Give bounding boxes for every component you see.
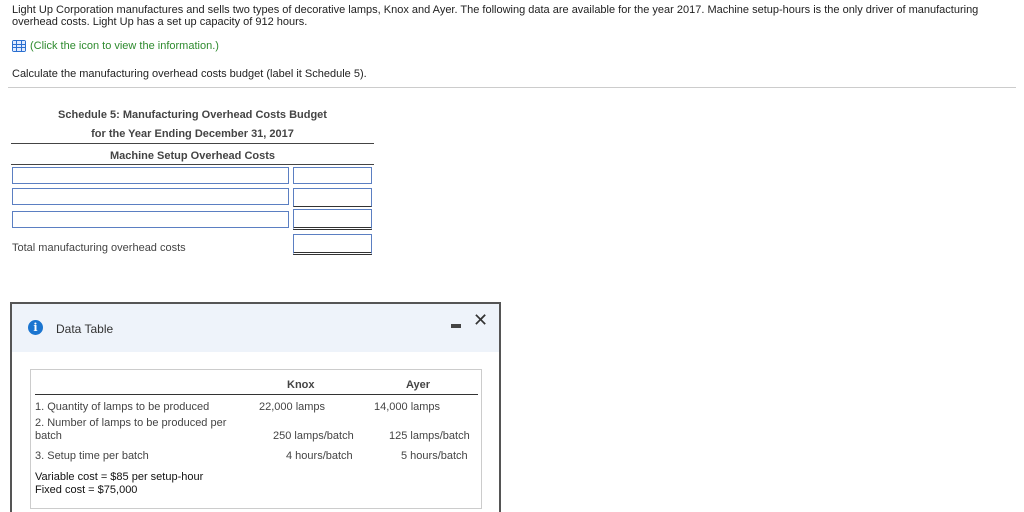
row-label: 3. Setup time per batch	[35, 450, 149, 462]
divider	[35, 394, 478, 395]
problem-intro: Light Up Corporation manufactures and se…	[12, 4, 979, 28]
fixed-cost-note: Fixed cost = $75,000	[35, 484, 138, 496]
row-ayer-value: 5 hours/batch	[401, 450, 468, 462]
data-table: Knox Ayer 1. Quantity of lamps to be pro…	[30, 369, 482, 509]
divider	[11, 164, 374, 165]
row-label: 1. Quantity of lamps to be produced	[35, 401, 210, 413]
row2-label-input[interactable]	[12, 188, 289, 205]
row-ayer-value: 14,000 lamps	[374, 401, 441, 413]
row-label: 2. Number of lamps to be produced per ba…	[35, 417, 227, 442]
table-grid-icon[interactable]	[12, 40, 26, 52]
row-knox-value: 22,000 lamps	[259, 401, 326, 413]
data-table-dialog: i Data Table ✕ Knox Ayer 1. Quantity of …	[10, 302, 501, 512]
row3-label-input[interactable]	[12, 211, 289, 228]
divider	[8, 87, 1016, 88]
dialog-header: i Data Table ✕	[12, 304, 499, 352]
row2-amount-input[interactable]	[293, 188, 372, 207]
column-header-knox: Knox	[287, 379, 315, 391]
info-icon: i	[28, 320, 43, 335]
row1-amount-input[interactable]	[293, 167, 372, 184]
column-header-ayer: Ayer	[406, 379, 431, 391]
minimize-button[interactable]	[451, 324, 461, 328]
row3-amount-input[interactable]	[293, 209, 372, 230]
info-link[interactable]: (Click the icon to view the information.…	[12, 40, 219, 52]
row1-label-input[interactable]	[12, 167, 289, 184]
dialog-title: Data Table	[56, 322, 114, 336]
info-link-text[interactable]: (Click the icon to view the information.…	[30, 40, 219, 52]
row-ayer-value: 125 lamps/batch	[389, 430, 470, 442]
section-heading: Machine Setup Overhead Costs	[109, 150, 276, 162]
schedule-title: Schedule 5: Manufacturing Overhead Costs…	[58, 109, 327, 121]
total-label: Total manufacturing overhead costs	[12, 242, 186, 254]
row-knox-value: 4 hours/batch	[286, 450, 353, 462]
divider	[11, 143, 374, 144]
schedule-subtitle: for the Year Ending December 31, 2017	[91, 128, 294, 140]
row-knox-value: 250 lamps/batch	[273, 430, 354, 442]
variable-cost-note: Variable cost = $85 per setup-hour	[35, 471, 204, 483]
instruction: Calculate the manufacturing overhead cos…	[12, 68, 367, 80]
total-amount-input[interactable]	[293, 234, 372, 255]
close-button[interactable]: ✕	[473, 310, 488, 331]
